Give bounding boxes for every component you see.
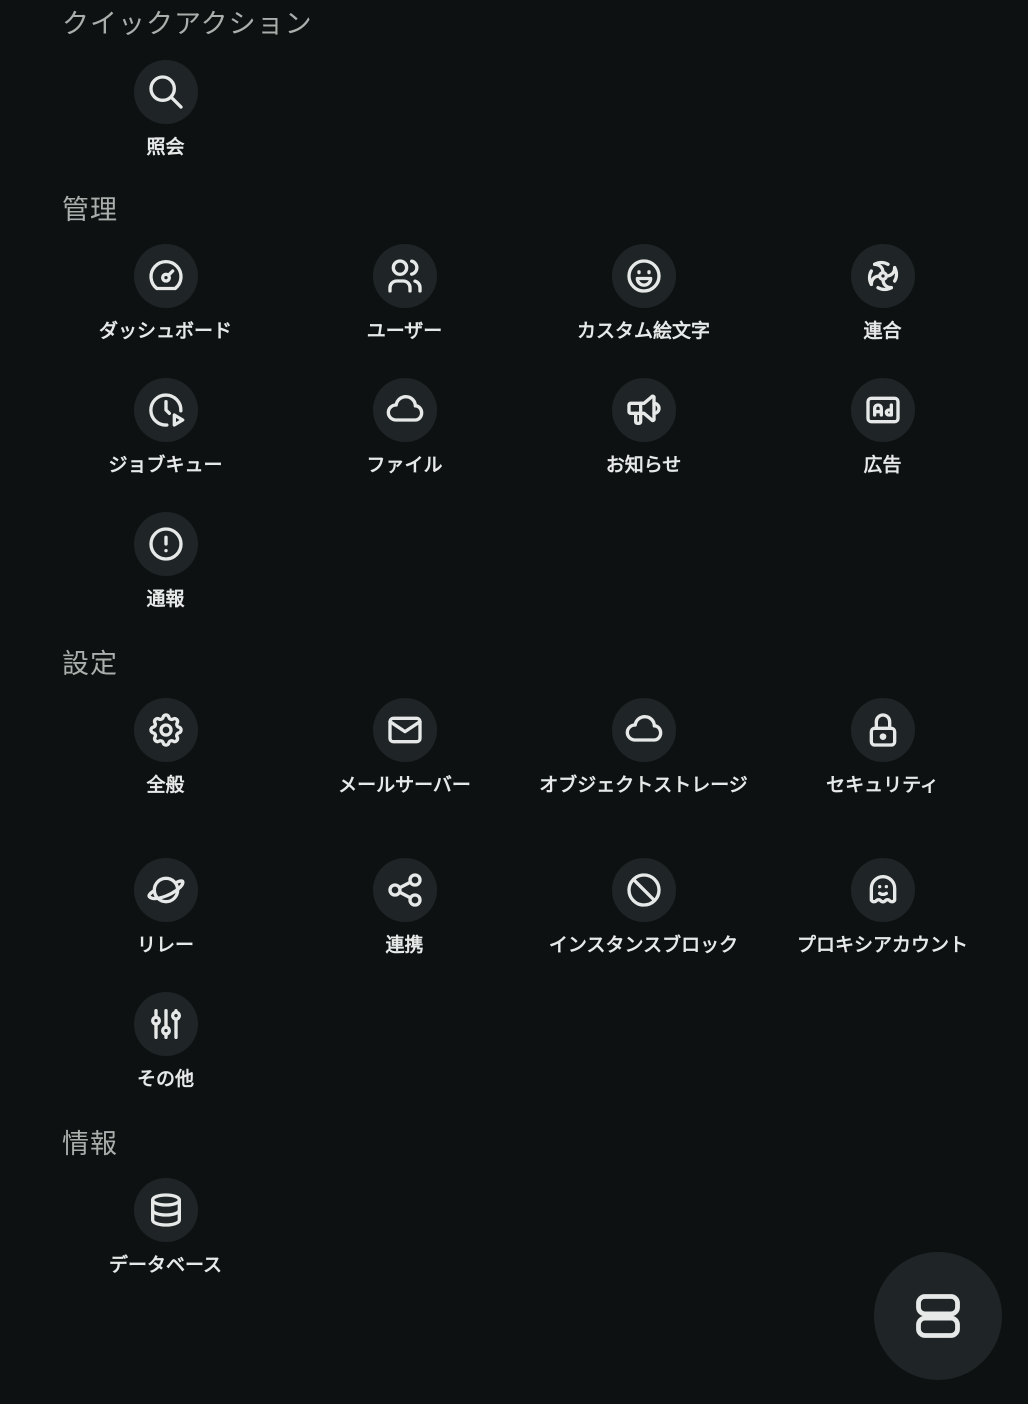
database-icon bbox=[150, 1193, 181, 1227]
menu-item-relays[interactable]: リレー bbox=[46, 858, 285, 958]
ghost-icon bbox=[869, 875, 896, 904]
menu-item-announcements[interactable]: お知らせ bbox=[524, 378, 763, 478]
menu-item-lookup[interactable]: 照会 bbox=[46, 60, 285, 160]
menu-item-label: リレー bbox=[136, 934, 194, 956]
lock-icon bbox=[869, 713, 896, 747]
menu-item-object-storage[interactable]: オブジェクトストレージ bbox=[524, 698, 763, 798]
planet-icon bbox=[146, 876, 184, 904]
menu-item-label: 全般 bbox=[146, 774, 185, 796]
menu-item-label: ダッシュボード bbox=[98, 320, 232, 342]
menu-item-label: 連合 bbox=[863, 320, 902, 342]
menu-item-label: 広告 bbox=[863, 454, 902, 476]
ad-icon bbox=[865, 396, 900, 424]
menu-item-other[interactable]: その他 bbox=[46, 992, 285, 1092]
menu-item-ads[interactable]: 広告 bbox=[763, 378, 1002, 478]
menu-item-database[interactable]: データベース bbox=[46, 1178, 285, 1278]
menu-item-proxy-account[interactable]: プロキシアカウント bbox=[763, 858, 1002, 958]
share-icon bbox=[387, 873, 422, 907]
menu-item-label: メールサーバー bbox=[338, 774, 471, 796]
cloud-icon bbox=[625, 715, 662, 742]
ban-icon bbox=[626, 873, 661, 907]
menu-item-custom-emoji[interactable]: カスタム絵文字 bbox=[524, 244, 763, 344]
menu-item-label: カスタム絵文字 bbox=[576, 320, 710, 342]
menu-item-general[interactable]: 全般 bbox=[46, 698, 285, 798]
menu-item-integrations[interactable]: 連携 bbox=[285, 858, 524, 958]
section-title-settings: 設定 bbox=[62, 649, 118, 680]
menu-item-dashboard[interactable]: ダッシュボード bbox=[46, 244, 285, 344]
menu-item-label: お知らせ bbox=[605, 454, 682, 476]
menu-item-label: セキュリティ bbox=[826, 774, 939, 796]
menu-item-files[interactable]: ファイル bbox=[285, 378, 524, 478]
menu-item-label: ユーザー bbox=[366, 320, 443, 342]
server-icon bbox=[916, 1294, 960, 1338]
menu-item-label: 連携 bbox=[385, 934, 424, 956]
mail-icon bbox=[387, 716, 422, 744]
federation-swirl-icon bbox=[867, 260, 898, 292]
menu-item-mail-server[interactable]: メールサーバー bbox=[285, 698, 524, 798]
gear-icon bbox=[148, 713, 183, 747]
sliders-icon bbox=[150, 1009, 181, 1039]
speakerphone-icon bbox=[626, 394, 661, 425]
menu-item-reports[interactable]: 通報 bbox=[46, 512, 285, 612]
menu-item-label: ジョブキュー bbox=[108, 454, 223, 476]
menu-item-security[interactable]: セキュリティ bbox=[763, 698, 1002, 798]
search-icon bbox=[148, 75, 183, 109]
menu-item-label: オブジェクトストレージ bbox=[539, 774, 748, 796]
menu-item-label: その他 bbox=[136, 1068, 194, 1090]
cloud-icon bbox=[386, 395, 423, 422]
menu-item-label: データベース bbox=[108, 1254, 223, 1276]
exclamation-circle-icon bbox=[148, 527, 183, 561]
menu-item-job-queue[interactable]: ジョブキュー bbox=[46, 378, 285, 478]
section-title-admin: 管理 bbox=[62, 195, 118, 226]
menu-item-label: 照会 bbox=[146, 136, 185, 158]
menu-item-label: ファイル bbox=[366, 454, 443, 476]
menu-item-instance-block[interactable]: インスタンスブロック bbox=[524, 858, 763, 958]
server-menu-fab-button[interactable] bbox=[874, 1252, 1002, 1380]
menu-item-label: 通報 bbox=[146, 588, 185, 610]
menu-item-label: プロキシアカウント bbox=[796, 934, 968, 956]
menu-item-label: インスタンスブロック bbox=[548, 934, 739, 956]
section-title-info: 情報 bbox=[62, 1129, 118, 1160]
dashboard-gauge-icon bbox=[148, 259, 183, 291]
smile-icon bbox=[626, 259, 661, 293]
menu-item-users[interactable]: ユーザー bbox=[285, 244, 524, 344]
menu-item-federation[interactable]: 連合 bbox=[763, 244, 1002, 344]
clock-play-icon bbox=[148, 393, 184, 427]
users-icon bbox=[387, 259, 422, 293]
section-title-quick-actions: クイックアクション bbox=[62, 9, 313, 40]
